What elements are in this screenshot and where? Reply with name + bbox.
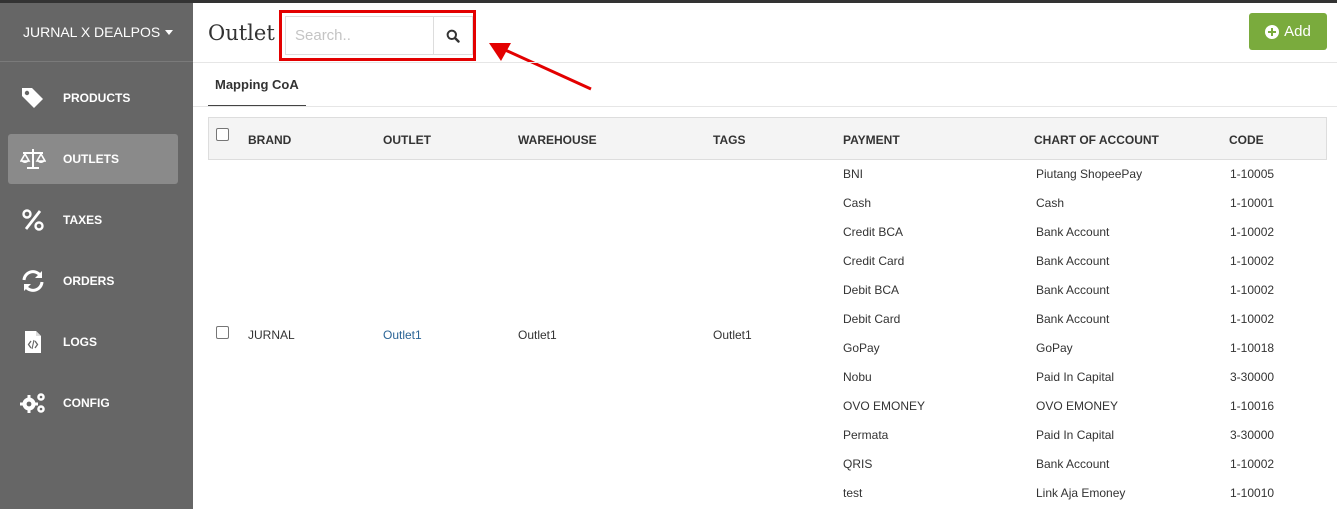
- cell-code: 1-10005: [1230, 167, 1275, 181]
- tab-mapping-coa[interactable]: Mapping CoA: [208, 63, 306, 107]
- cell-outlet-link[interactable]: Outlet1: [383, 328, 422, 342]
- cell-payment: Credit BCA: [843, 225, 904, 239]
- column-header-brand: BRAND: [248, 133, 292, 147]
- tab-divider: [193, 106, 1337, 107]
- column-header-code: CODE: [1229, 133, 1264, 147]
- app-title: JURNAL X DEALPOS: [23, 24, 161, 40]
- cell-code: 3-30000: [1230, 428, 1275, 442]
- cell-account: Paid In Capital: [1036, 428, 1115, 442]
- cell-account: Bank Account: [1036, 457, 1110, 471]
- header-divider: [193, 62, 1337, 63]
- cell-account: Bank Account: [1036, 312, 1110, 326]
- cell-brand: JURNAL: [248, 328, 295, 342]
- search-input[interactable]: [285, 16, 434, 55]
- cell-tags: Outlet1: [713, 328, 752, 342]
- select-all-checkbox[interactable]: [216, 128, 229, 141]
- sidebar-item-products[interactable]: PRODUCTS: [8, 73, 178, 123]
- search-icon: [446, 29, 460, 43]
- cell-account: Bank Account: [1036, 254, 1110, 268]
- sidebar-item-config[interactable]: CONFIG: [8, 378, 178, 428]
- app-brand-dropdown[interactable]: JURNAL X DEALPOS: [0, 3, 193, 62]
- sidebar-item-label: OUTLETS: [63, 152, 119, 166]
- search-highlight-box: [279, 10, 476, 61]
- cell-account: GoPay: [1036, 341, 1073, 355]
- cell-payment: QRIS: [843, 457, 873, 471]
- sidebar-item-label: PRODUCTS: [63, 91, 131, 105]
- cell-code: 1-10016: [1230, 399, 1275, 413]
- table-header: BRAND OUTLET WAREHOUSE TAGS PAYMENT CHAR…: [208, 117, 1327, 160]
- gears-icon: [20, 391, 46, 415]
- cell-account: Cash: [1036, 196, 1065, 210]
- sidebar-item-label: ORDERS: [63, 274, 115, 288]
- cell-account: OVO EMONEY: [1036, 399, 1119, 413]
- row-checkbox[interactable]: [216, 326, 229, 339]
- cell-code: 1-10002: [1230, 225, 1275, 239]
- sidebar-item-label: TAXES: [63, 213, 103, 227]
- cell-payment: Cash: [843, 196, 872, 210]
- cell-code: 1-10018: [1230, 341, 1275, 355]
- sidebar-item-taxes[interactable]: TAXES: [8, 195, 178, 245]
- sidebar-item-label: CONFIG: [63, 396, 110, 410]
- cell-account: Link Aja Emoney: [1036, 486, 1126, 500]
- add-button-label: Add: [1284, 23, 1311, 40]
- cell-code: 1-10002: [1230, 457, 1275, 471]
- tag-icon: [20, 86, 46, 110]
- cell-code: 1-10001: [1230, 196, 1275, 210]
- percent-icon: [20, 208, 46, 232]
- cell-payment: Nobu: [843, 370, 872, 384]
- plus-circle-icon: [1265, 24, 1280, 39]
- page-title: Outlet: [208, 21, 275, 45]
- column-header-tags: TAGS: [713, 133, 746, 147]
- cell-account: Bank Account: [1036, 283, 1110, 297]
- cell-payment: Credit Card: [843, 254, 905, 268]
- cell-payment: Permata: [843, 428, 889, 442]
- add-button[interactable]: Add: [1249, 13, 1327, 50]
- code-file-icon: [20, 330, 46, 354]
- sidebar: JURNAL X DEALPOS PRODUCTS OUTLETS TAXES …: [0, 3, 193, 509]
- cell-payment: Debit BCA: [843, 283, 900, 297]
- sidebar-item-logs[interactable]: LOGS: [8, 317, 178, 367]
- main-content: Outlet Add Mapping CoA BRAND OUTLET WARE…: [193, 3, 1337, 509]
- cell-code: 1-10002: [1230, 283, 1275, 297]
- cell-account: Piutang ShopeePay: [1036, 167, 1143, 181]
- cell-code: 1-10010: [1230, 486, 1275, 500]
- cell-payment: GoPay: [843, 341, 880, 355]
- cell-code: 1-10002: [1230, 312, 1275, 326]
- sidebar-item-label: LOGS: [63, 335, 98, 349]
- caret-down-icon: [165, 29, 174, 35]
- cell-warehouse: Outlet1: [518, 328, 557, 342]
- cell-account: Bank Account: [1036, 225, 1110, 239]
- column-header-chart-of-account: CHART OF ACCOUNT: [1034, 133, 1159, 147]
- cell-code: 3-30000: [1230, 370, 1275, 384]
- cell-code: 1-10002: [1230, 254, 1275, 268]
- search-button[interactable]: [433, 16, 473, 55]
- cell-payment: OVO EMONEY: [843, 399, 926, 413]
- cell-payment: Debit Card: [843, 312, 901, 326]
- column-header-payment: PAYMENT: [843, 133, 900, 147]
- cell-account: Paid In Capital: [1036, 370, 1115, 384]
- sidebar-item-outlets[interactable]: OUTLETS: [8, 134, 178, 184]
- scale-icon: [19, 147, 47, 171]
- refresh-icon: [20, 269, 46, 293]
- column-header-outlet: OUTLET: [383, 133, 431, 147]
- cell-payment: BNI: [843, 167, 864, 181]
- column-header-warehouse: WAREHOUSE: [518, 133, 597, 147]
- sidebar-item-orders[interactable]: ORDERS: [8, 256, 178, 306]
- cell-payment: test: [843, 486, 863, 500]
- annotation-arrow-icon: [489, 43, 592, 91]
